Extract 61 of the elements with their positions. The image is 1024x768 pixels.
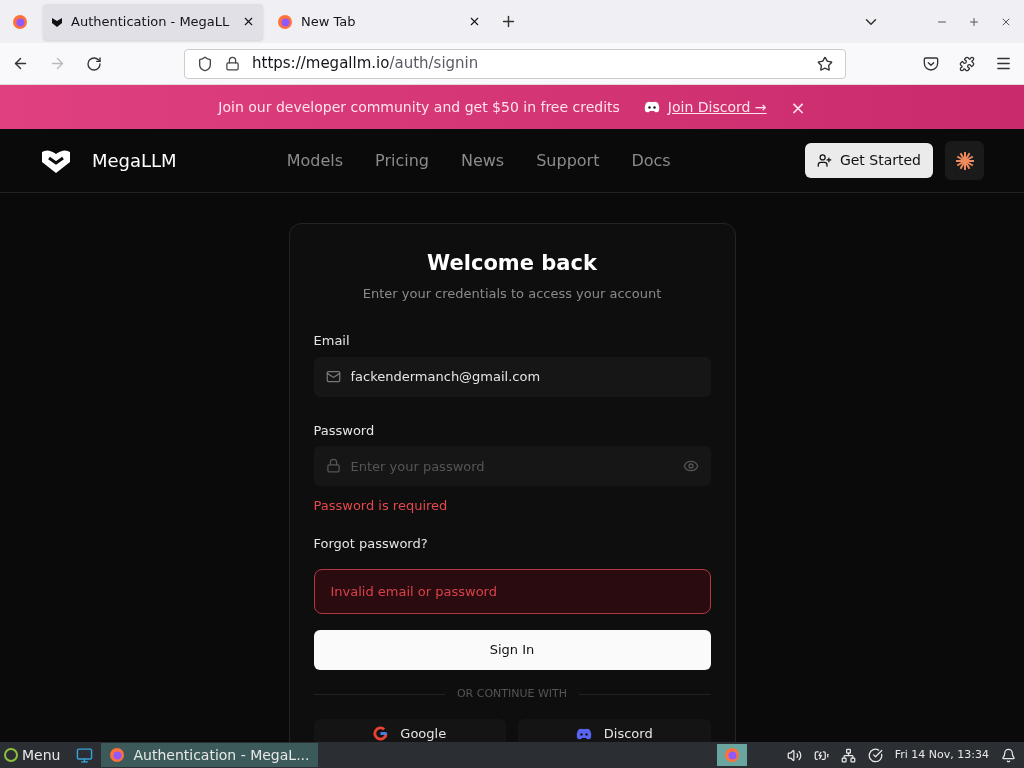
password-field[interactable]: Enter your password (313, 446, 711, 486)
nav-link[interactable]: Support (536, 148, 600, 173)
mail-icon (325, 368, 341, 384)
taskbar-window-button[interactable]: Authentication - MegaL... (101, 743, 318, 767)
network-icon[interactable] (840, 747, 856, 763)
google-icon (373, 726, 389, 741)
shield-icon (197, 55, 213, 72)
lock-icon (325, 458, 341, 473)
tab-title: New Tab (301, 12, 357, 31)
start-menu-button[interactable]: Menu (0, 744, 65, 766)
show-password-icon[interactable] (682, 458, 699, 474)
starburst-icon (954, 150, 975, 171)
bookmark-star-icon[interactable] (817, 55, 833, 72)
maximize-icon[interactable] (968, 15, 980, 28)
update-icon[interactable] (867, 747, 883, 763)
back-icon[interactable] (12, 55, 29, 72)
nav-link[interactable]: Pricing (375, 148, 429, 173)
notifications-icon[interactable] (1001, 747, 1016, 763)
divider-text: OR CONTINUE WITH (456, 686, 568, 702)
reload-icon[interactable] (86, 55, 102, 72)
provider-button[interactable]: Discord (518, 718, 711, 742)
mint-logo-icon (4, 748, 18, 762)
email-label: Email (313, 332, 351, 350)
brand-name: MegaLLM (92, 149, 177, 173)
menu-icon[interactable] (995, 55, 1012, 72)
forgot-password-link[interactable]: Forgot password? (313, 533, 711, 553)
join-discord-link[interactable]: Join Discord → (667, 96, 767, 118)
alert-text: Invalid email or password (330, 582, 497, 601)
get-started-button[interactable]: Get Started (804, 143, 933, 178)
password-error: Password is required (313, 497, 449, 515)
nav-link[interactable]: Docs (631, 148, 671, 173)
theme-button[interactable] (945, 141, 984, 180)
pocket-icon[interactable] (923, 55, 939, 72)
sign-in-button[interactable]: Sign In (313, 630, 711, 670)
nav-link[interactable]: News (460, 148, 505, 173)
card-title: Welcome back (426, 250, 598, 277)
clock: Fri 14 Nov, 13:34 (894, 746, 989, 763)
tab-title: Authentication - MegaLL (71, 12, 231, 31)
email-field[interactable]: fackendermanch@gmail.com (313, 356, 711, 397)
extensions-icon[interactable] (959, 55, 975, 72)
url-text: https://megallm.io/auth/signin (252, 53, 480, 75)
volume-icon[interactable] (786, 747, 802, 763)
provider-button[interactable]: Google (313, 718, 506, 742)
card-subtitle: Enter your credentials to access your account (361, 284, 663, 303)
close-tab-icon[interactable] (242, 15, 255, 28)
banner-text: Join our developer community and get $50 in free credits (218, 97, 620, 117)
lock-icon (225, 56, 240, 71)
new-tab-icon[interactable] (500, 13, 517, 30)
close-banner-button[interactable]: × (790, 93, 806, 121)
workspace-button[interactable] (716, 744, 747, 766)
logo-icon (40, 147, 72, 174)
browser-tab[interactable]: Authentication - MegaLL (43, 3, 263, 40)
url-bar[interactable]: https://megallm.io/auth/signin (184, 48, 846, 79)
browser-tab[interactable]: New Tab (269, 3, 489, 40)
close-tab-icon[interactable] (468, 15, 481, 28)
user-plus-icon (816, 153, 832, 168)
password-label: Password (313, 421, 376, 440)
nav-link[interactable]: Models (286, 148, 344, 173)
shield-logo-icon (51, 15, 63, 28)
browser-logo-icon (12, 13, 28, 30)
show-desktop-icon[interactable] (76, 746, 94, 764)
